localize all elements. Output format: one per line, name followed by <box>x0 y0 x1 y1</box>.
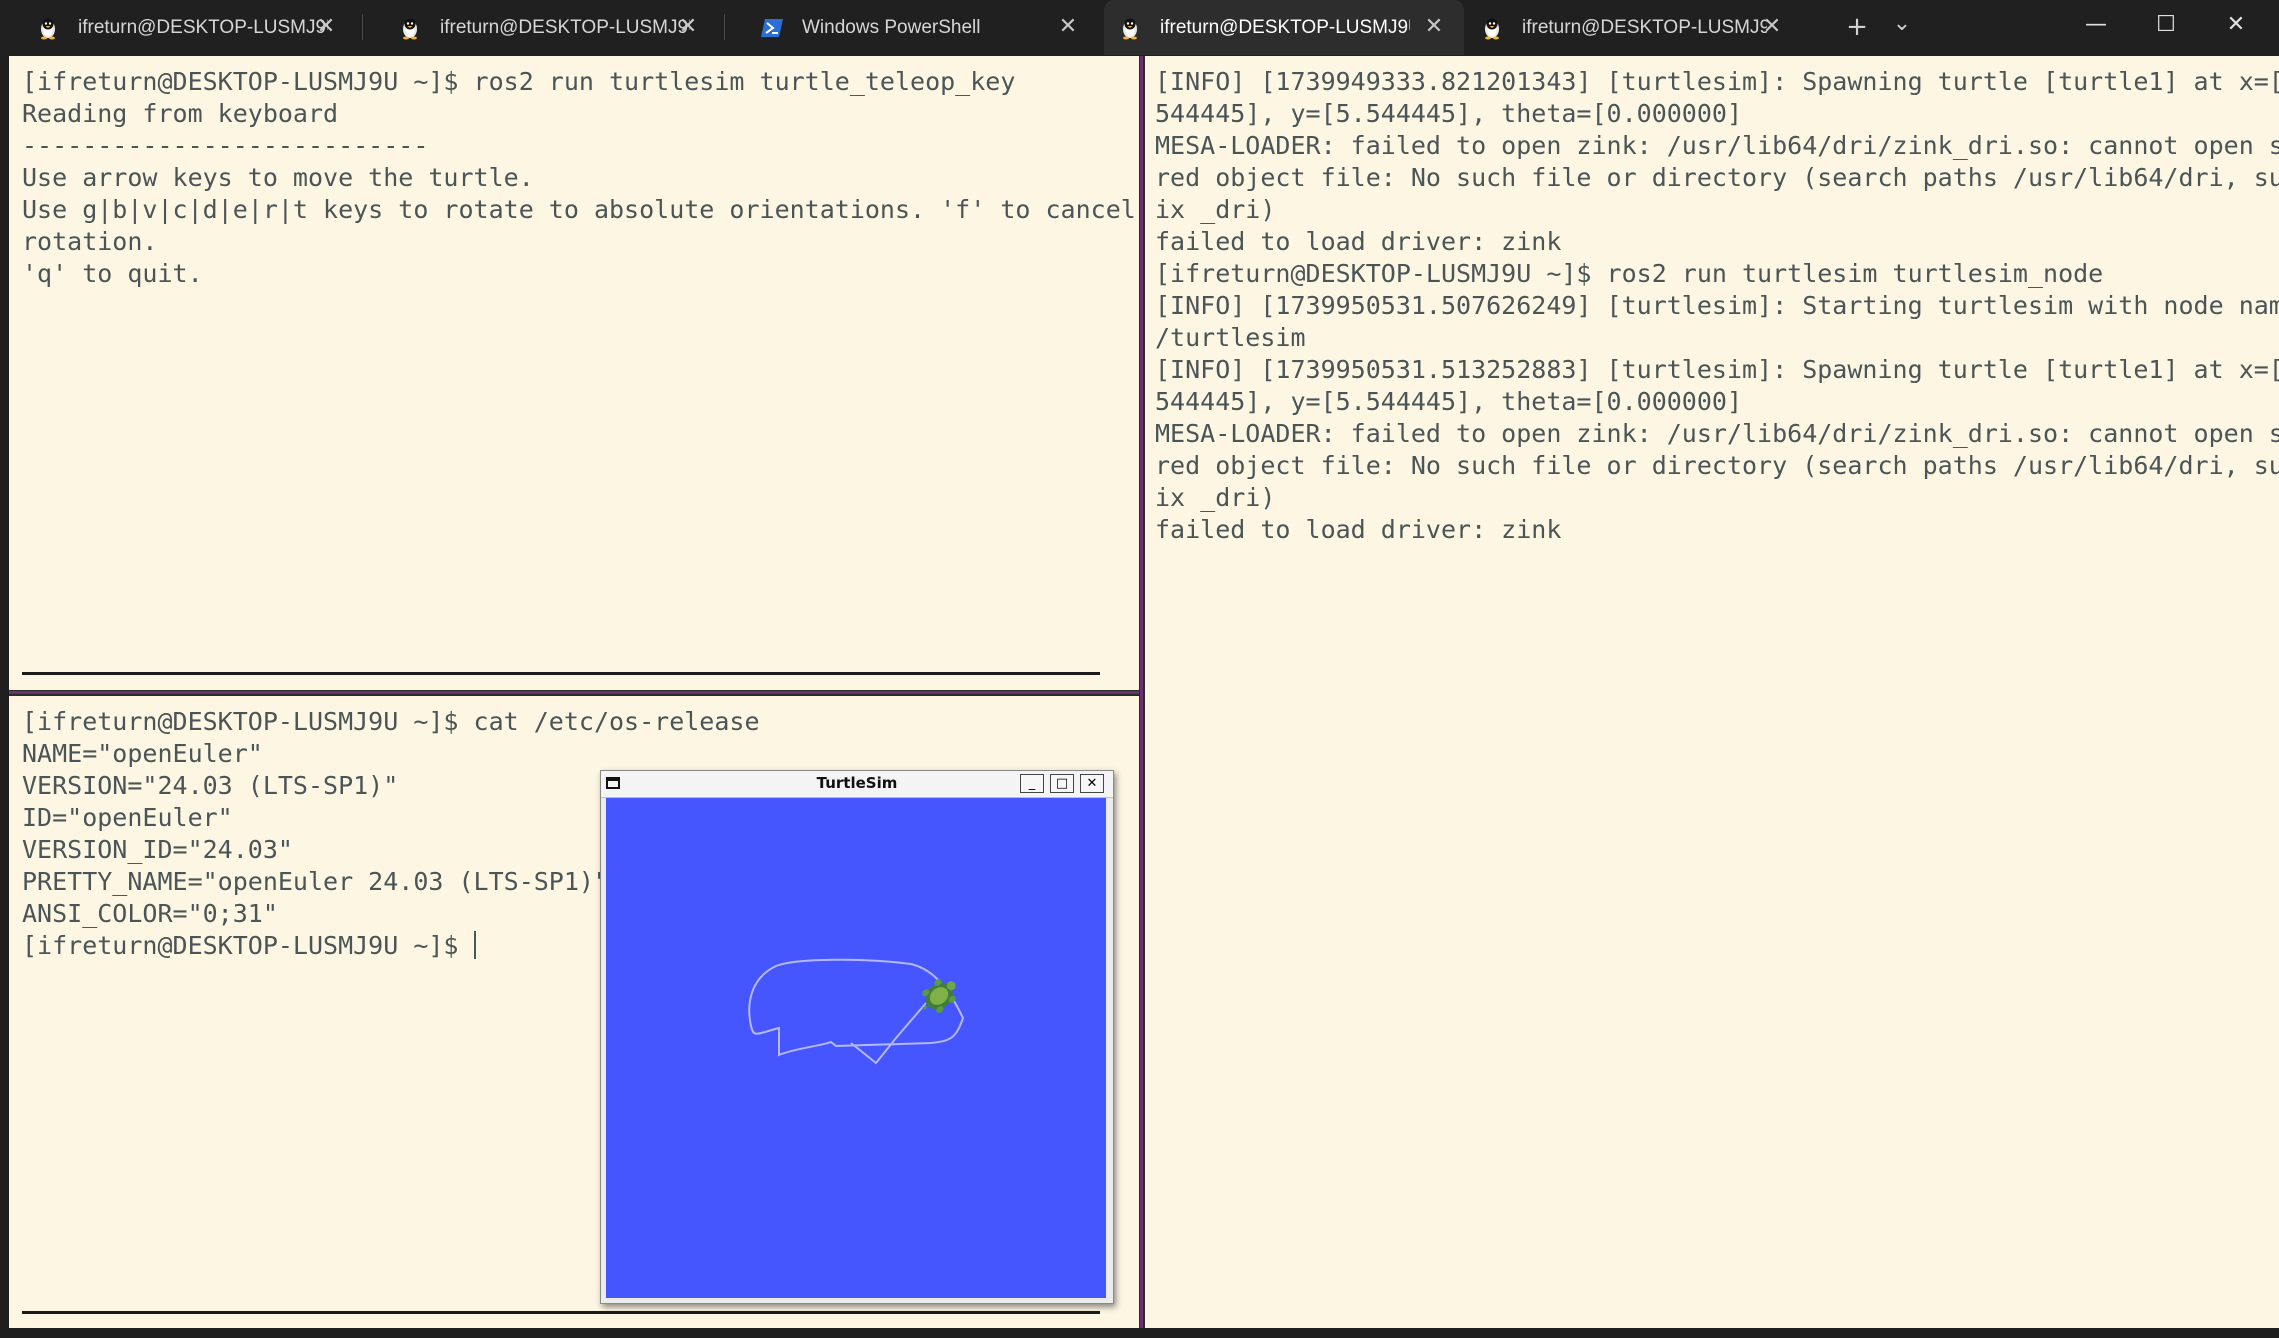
turtlesim-maximize-button[interactable]: □ <box>1050 774 1074 793</box>
tab-label: ifreturn@DESKTOP-LUSMJ9U:~ <box>78 16 328 38</box>
close-icon[interactable]: ✕ <box>1760 15 1784 39</box>
close-icon[interactable]: ✕ <box>676 15 700 39</box>
terminal-pane-teleop[interactable]: [ifreturn@DESKTOP-LUSMJ9U ~]$ ros2 run t… <box>9 56 1139 690</box>
tab-label: Windows PowerShell <box>802 16 981 38</box>
pane-bottom-rule <box>22 1311 1100 1314</box>
tab-dropdown-button[interactable]: ⌄ <box>1882 10 1922 44</box>
close-icon[interactable]: ✕ <box>1422 15 1446 39</box>
terminal-pane-turtlesim-node[interactable]: [INFO] [1739949333.821201343] [turtlesim… <box>1145 56 2279 1328</box>
turtle-icon <box>922 978 956 1014</box>
text-cursor <box>473 931 476 959</box>
terminal-output: [INFO] [1739949333.821201343] [turtlesim… <box>1155 67 2279 544</box>
turtle-trail <box>748 958 965 1065</box>
linux-penguin-icon <box>1485 18 1499 39</box>
linux-penguin-icon <box>41 18 55 39</box>
close-icon[interactable]: ✕ <box>314 15 338 39</box>
trail-segment <box>850 1002 927 1065</box>
linux-penguin-icon <box>1123 18 1137 39</box>
tab-ifreturn-active[interactable]: ifreturn@DESKTOP-LUSMJ9U: ✕ <box>1104 0 1464 55</box>
pane-bottom-rule <box>22 672 1100 675</box>
linux-penguin-icon <box>403 18 417 39</box>
minimize-button[interactable]: — <box>2062 0 2130 50</box>
tab-windows-powershell[interactable]: Windows PowerShell ✕ <box>724 0 1104 55</box>
terminal-output: [ifreturn@DESKTOP-LUSMJ9U ~]$ ros2 run t… <box>22 67 1136 288</box>
turtlesim-close-button[interactable]: ✕ <box>1080 774 1104 793</box>
maximize-button[interactable]: ☐ <box>2132 0 2200 50</box>
shell-prompt: [ifreturn@DESKTOP-LUSMJ9U ~]$ <box>22 931 474 960</box>
tab-label: ifreturn@DESKTOP-LUSMJ9U:~ <box>440 16 690 38</box>
tab-bar: ifreturn@DESKTOP-LUSMJ9U:~ ✕ ifreturn@DE… <box>0 0 2279 55</box>
powershell-icon <box>761 18 783 37</box>
turtlesim-window[interactable]: TurtleSim _ □ ✕ <box>600 770 1114 1304</box>
tab-label: ifreturn@DESKTOP-LUSMJ9U: <box>1160 16 1410 38</box>
turtlesim-canvas <box>606 798 1106 1298</box>
close-icon[interactable]: ✕ <box>1056 15 1080 39</box>
tab-label: ifreturn@DESKTOP-LUSMJ9U:/ <box>1522 16 1767 38</box>
tab-ifreturn-2[interactable]: ifreturn@DESKTOP-LUSMJ9U:~ ✕ <box>362 0 724 55</box>
close-window-button[interactable]: ✕ <box>2202 0 2270 50</box>
tab-ifreturn-1[interactable]: ifreturn@DESKTOP-LUSMJ9U:~ ✕ <box>0 0 362 55</box>
tab-ifreturn-5[interactable]: ifreturn@DESKTOP-LUSMJ9U:/ ✕ <box>1464 0 1814 55</box>
new-tab-button[interactable]: + <box>1838 10 1876 44</box>
turtlesim-minimize-button[interactable]: _ <box>1020 774 1044 793</box>
turtlesim-titlebar[interactable]: TurtleSim _ □ ✕ <box>601 771 1113 798</box>
